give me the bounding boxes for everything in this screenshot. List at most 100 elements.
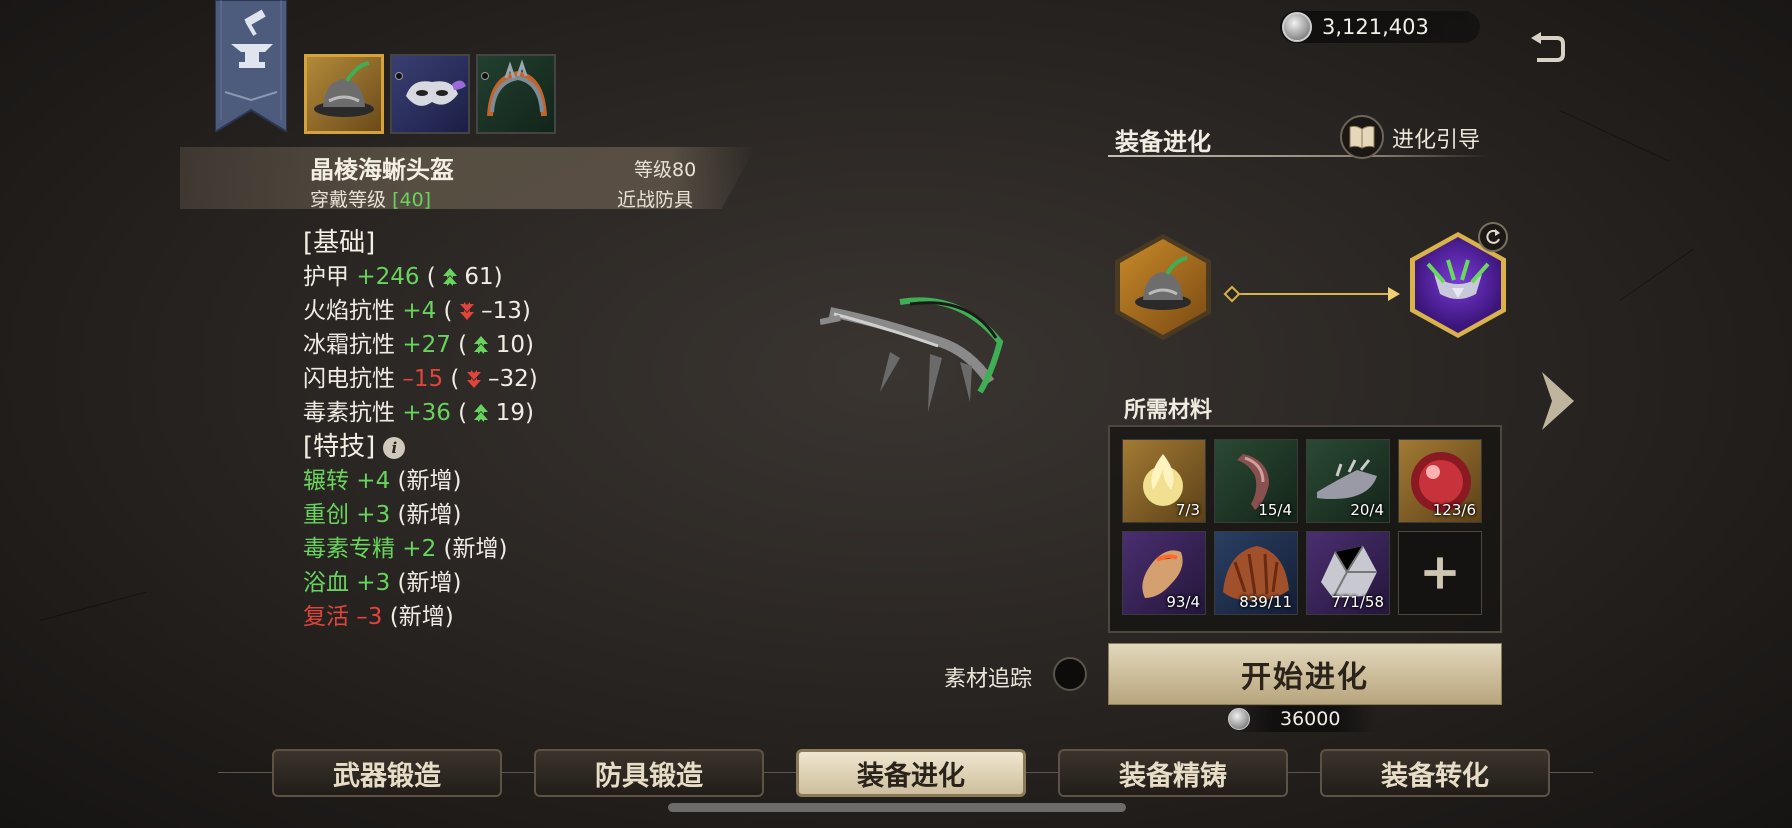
stats-panel: [基础] 护甲 +246 ( 61) 火焰抗性 +4 ( –13) 冰霜抗性 +27… bbox=[303, 226, 538, 634]
skill-note: (新增) bbox=[443, 536, 508, 562]
home-indicator bbox=[668, 803, 1126, 812]
materials-title: 所需材料 bbox=[1124, 397, 1213, 423]
material-count: 93/4 bbox=[1166, 593, 1200, 611]
item-type: 近战防具 bbox=[617, 189, 694, 211]
stat-value: +36 bbox=[402, 400, 451, 426]
skill-text: 辗转 +4 bbox=[303, 468, 391, 494]
currency-display: 3,121,403 bbox=[1280, 11, 1480, 43]
stat-value: +246 bbox=[356, 264, 420, 290]
source-item-hex[interactable] bbox=[1115, 234, 1211, 340]
material-slot[interactable]: 93/4 bbox=[1122, 531, 1206, 615]
evolution-guide-label[interactable]: 进化引导 bbox=[1392, 122, 1480, 154]
arrow-up-icon bbox=[443, 268, 458, 286]
stat-row: 毒素抗性 +36 ( 19) bbox=[303, 396, 538, 430]
material-count: 20/4 bbox=[1350, 501, 1384, 519]
material-slot[interactable]: 123/6 bbox=[1398, 439, 1482, 523]
paren-close: ) bbox=[525, 332, 535, 358]
refresh-button[interactable] bbox=[1478, 222, 1508, 252]
tab-label: 装备进化 bbox=[857, 760, 965, 792]
silver-coin-icon bbox=[1282, 12, 1312, 42]
evolution-title: 装备进化 bbox=[1115, 127, 1211, 156]
equipment-slot-mask[interactable] bbox=[390, 54, 470, 134]
stat-delta: –32 bbox=[480, 366, 529, 392]
helmet-icon bbox=[314, 61, 374, 117]
material-count: 123/6 bbox=[1432, 501, 1476, 519]
back-button[interactable] bbox=[1525, 28, 1569, 72]
next-arrow-button[interactable] bbox=[1538, 368, 1578, 434]
stat-delta: 19 bbox=[488, 400, 526, 426]
tab-5[interactable]: 装备转化 bbox=[1320, 749, 1550, 797]
evolution-guide-button[interactable] bbox=[1340, 115, 1384, 159]
paren-close: ) bbox=[525, 400, 535, 426]
equipment-slot-helmet[interactable] bbox=[304, 54, 384, 134]
material-slot[interactable]: 839/11 bbox=[1214, 531, 1298, 615]
back-arrow-icon bbox=[1531, 32, 1565, 62]
start-evolution-button[interactable]: 开始进化 bbox=[1108, 643, 1502, 705]
skill-text: 浴血 +3 bbox=[303, 570, 391, 596]
arrow-up-icon bbox=[474, 336, 489, 354]
skill-text: 毒素专精 +2 bbox=[303, 536, 437, 562]
skill-row: 复活 –3 (新增) bbox=[303, 600, 538, 634]
material-tracking-toggle[interactable] bbox=[1053, 657, 1087, 691]
add-material-slot[interactable] bbox=[1398, 531, 1482, 615]
wear-level-value: [40] bbox=[392, 189, 432, 211]
currency-amount: 3,121,403 bbox=[1322, 15, 1429, 39]
evolved-helmet-icon bbox=[1426, 259, 1490, 299]
skills-header-label: [特技] bbox=[303, 432, 376, 462]
tab-2[interactable]: 防具锻造 bbox=[534, 749, 764, 797]
title-underline bbox=[1108, 155, 1490, 157]
stat-name: 毒素抗性 bbox=[303, 400, 395, 426]
skills-list: 辗转 +4 (新增) 重创 +3 (新增) 毒素专精 +2 (新增) 浴血 +3 (新… bbox=[303, 464, 538, 634]
forge-banner bbox=[214, 0, 288, 134]
skill-row: 浴血 +3 (新增) bbox=[303, 566, 538, 600]
skill-note: (新增) bbox=[397, 468, 462, 494]
materials-panel: 7/3 15/4 20/4 123/6 93/4 839/11 771/58 bbox=[1108, 425, 1502, 633]
tab-label: 装备精铸 bbox=[1119, 760, 1227, 792]
skill-note: (新增) bbox=[397, 570, 462, 596]
stat-value: +4 bbox=[402, 298, 437, 324]
wear-level: 穿戴等级 [40] bbox=[310, 185, 431, 212]
wear-level-label: 穿戴等级 bbox=[310, 189, 387, 211]
equipment-slot-crown[interactable] bbox=[476, 54, 556, 134]
tab-label: 武器锻造 bbox=[333, 760, 441, 792]
paren-open: ( bbox=[450, 400, 475, 426]
slot-indicator bbox=[481, 72, 489, 80]
paren-close: ) bbox=[493, 264, 503, 290]
book-icon bbox=[1349, 125, 1375, 149]
basic-stats-header: [基础] bbox=[303, 228, 376, 258]
material-slot[interactable]: 20/4 bbox=[1306, 439, 1390, 523]
material-count: 15/4 bbox=[1258, 501, 1292, 519]
material-count: 7/3 bbox=[1175, 501, 1200, 519]
stat-row: 闪电抗性 –15 ( –32) bbox=[303, 362, 538, 396]
tab-4[interactable]: 装备精铸 bbox=[1058, 749, 1288, 797]
basic-stats-list: 护甲 +246 ( 61) 火焰抗性 +4 ( –13) 冰霜抗性 +27 ( 10… bbox=[303, 260, 538, 430]
mask-icon bbox=[406, 80, 466, 106]
stat-row: 火焰抗性 +4 ( –13) bbox=[303, 294, 538, 328]
material-slot[interactable]: 7/3 bbox=[1122, 439, 1206, 523]
tab-label: 防具锻造 bbox=[595, 760, 703, 792]
scythe-helmet-preview bbox=[820, 297, 1004, 412]
stat-name: 闪电抗性 bbox=[303, 366, 395, 392]
stat-name: 护甲 bbox=[303, 264, 349, 290]
stat-delta: –13 bbox=[473, 298, 522, 324]
evolution-cost-amount: 36000 bbox=[1280, 708, 1341, 730]
plus-icon bbox=[1424, 557, 1456, 589]
silver-coin-icon bbox=[1228, 708, 1250, 730]
skill-row: 重创 +3 (新增) bbox=[303, 498, 538, 532]
arrow-down-icon bbox=[459, 302, 474, 320]
helmet-icon bbox=[1135, 256, 1191, 310]
stat-name: 火焰抗性 bbox=[303, 298, 395, 324]
paren-open: ( bbox=[436, 298, 460, 324]
tab-3[interactable]: 装备进化 bbox=[796, 749, 1026, 797]
tab-1[interactable]: 武器锻造 bbox=[272, 749, 502, 797]
material-slot[interactable]: 15/4 bbox=[1214, 439, 1298, 523]
slot-indicator bbox=[395, 72, 403, 80]
paren-open: ( bbox=[419, 264, 444, 290]
skill-note: (新增) bbox=[397, 502, 462, 528]
stat-value: +27 bbox=[402, 332, 451, 358]
paren-open: ( bbox=[450, 332, 475, 358]
info-icon[interactable]: i bbox=[383, 437, 406, 459]
stat-delta: 61 bbox=[457, 264, 494, 290]
evolution-arrow bbox=[1232, 287, 1400, 301]
material-slot[interactable]: 771/58 bbox=[1306, 531, 1390, 615]
